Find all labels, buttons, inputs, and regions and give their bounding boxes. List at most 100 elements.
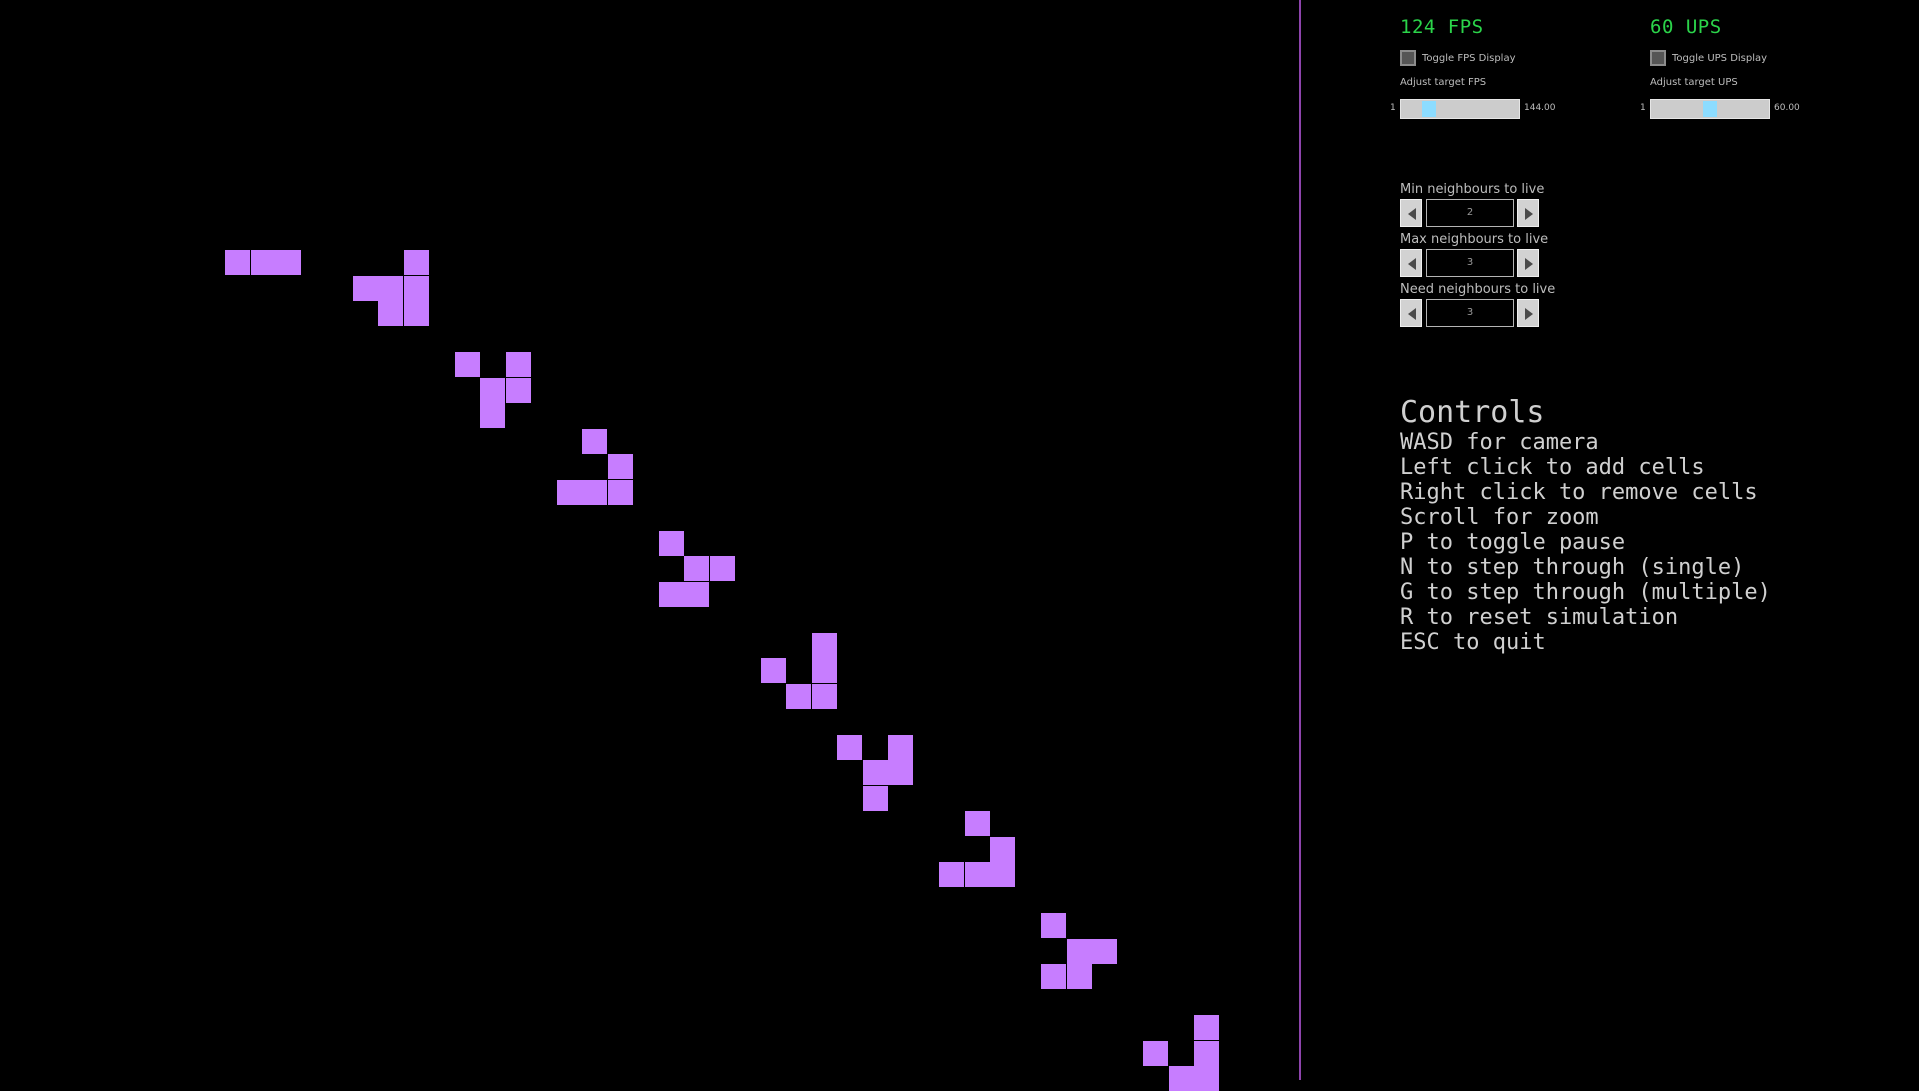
live-cell — [557, 480, 582, 505]
control-line: G to step through (multiple) — [1400, 580, 1771, 605]
live-cell — [939, 862, 964, 887]
live-cell — [659, 531, 684, 556]
arrow-right-icon — [1525, 308, 1533, 320]
control-line: Left click to add cells — [1400, 455, 1705, 480]
control-line: Scroll for zoom — [1400, 505, 1599, 530]
live-cell — [404, 301, 429, 326]
min-neighbours-spinner: 2 — [1400, 199, 1540, 227]
min-neighbours-value[interactable]: 2 — [1426, 199, 1514, 227]
live-cell — [404, 250, 429, 275]
arrow-left-icon — [1408, 258, 1416, 270]
live-cell — [353, 276, 378, 301]
arrow-left-icon — [1408, 308, 1416, 320]
ups-slider-track[interactable] — [1650, 99, 1770, 119]
live-cell — [710, 556, 735, 581]
fps-slider-track[interactable] — [1400, 99, 1520, 119]
simulation-viewport[interactable] — [0, 0, 1299, 1091]
live-cell — [378, 276, 403, 301]
live-cell — [1067, 964, 1092, 989]
controls-title: Controls — [1400, 395, 1545, 430]
arrow-left-icon — [1408, 208, 1416, 220]
min-neighbours-increment-button[interactable] — [1517, 199, 1539, 227]
live-cell — [786, 684, 811, 709]
max-neighbours-spinner: 3 — [1400, 249, 1540, 277]
ups-slider-max: 60.00 — [1774, 103, 1800, 113]
control-line: P to toggle pause — [1400, 530, 1626, 555]
ups-slider-handle[interactable] — [1703, 101, 1717, 117]
live-cell — [480, 403, 505, 428]
live-cell — [888, 735, 913, 760]
live-cell — [251, 250, 276, 275]
control-line: R to reset simulation — [1400, 605, 1679, 630]
ups-toggle-row: Toggle UPS Display — [1650, 50, 1767, 66]
live-cell — [684, 556, 709, 581]
control-line: WASD for camera — [1400, 430, 1599, 455]
live-cell — [225, 250, 250, 275]
live-cell — [812, 684, 837, 709]
live-cell — [608, 480, 633, 505]
min-neighbours-decrement-button[interactable] — [1400, 199, 1422, 227]
ups-adjust-label: Adjust target UPS — [1650, 77, 1738, 88]
live-cell — [965, 811, 990, 836]
need-neighbours-spinner: 3 — [1400, 299, 1540, 327]
live-cell — [812, 658, 837, 683]
live-cell — [1041, 913, 1066, 938]
ups-readout: 60 UPS — [1650, 16, 1722, 38]
live-cell — [863, 786, 888, 811]
live-cell — [1169, 1066, 1194, 1091]
fps-readout: 124 FPS — [1400, 16, 1484, 38]
fps-slider-min: 1 — [1390, 103, 1396, 113]
max-neighbours-increment-button[interactable] — [1517, 249, 1539, 277]
fps-toggle-label: Toggle FPS Display — [1422, 52, 1516, 64]
live-cell — [506, 352, 531, 377]
control-line: Right click to remove cells — [1400, 480, 1758, 505]
live-cell — [1092, 939, 1117, 964]
settings-panel: 124 FPS Toggle FPS Display Adjust target… — [1301, 0, 1919, 1080]
live-cell — [888, 760, 913, 785]
control-line: N to step through (single) — [1400, 555, 1745, 580]
live-cell — [480, 378, 505, 403]
live-cell — [404, 276, 429, 301]
live-cell — [378, 301, 403, 326]
fps-slider-max: 144.00 — [1524, 103, 1556, 113]
live-cell — [684, 582, 709, 607]
live-cell — [761, 658, 786, 683]
live-cell — [863, 760, 888, 785]
arrow-right-icon — [1525, 208, 1533, 220]
live-cell — [1067, 939, 1092, 964]
live-cell — [608, 454, 633, 479]
max-neighbours-decrement-button[interactable] — [1400, 249, 1422, 277]
live-cell — [455, 352, 480, 377]
fps-toggle-row: Toggle FPS Display — [1400, 50, 1516, 66]
control-line: ESC to quit — [1400, 630, 1546, 655]
fps-adjust-label: Adjust target FPS — [1400, 77, 1487, 88]
live-cell — [812, 633, 837, 658]
live-cell — [1143, 1041, 1168, 1066]
max-neighbours-value[interactable]: 3 — [1426, 249, 1514, 277]
min-neighbours-label: Min neighbours to live — [1400, 182, 1545, 197]
ups-toggle-checkbox[interactable] — [1650, 50, 1666, 66]
live-cell — [990, 837, 1015, 862]
live-cell — [1041, 964, 1066, 989]
live-cell — [506, 378, 531, 403]
arrow-right-icon — [1525, 258, 1533, 270]
need-neighbours-value[interactable]: 3 — [1426, 299, 1514, 327]
live-cell — [837, 735, 862, 760]
live-cell — [1194, 1015, 1219, 1040]
live-cell — [1194, 1041, 1219, 1066]
max-neighbours-label: Max neighbours to live — [1400, 232, 1549, 247]
controls-help: Controls WASD for camera Left click to a… — [1400, 395, 1771, 656]
ups-toggle-label: Toggle UPS Display — [1672, 52, 1768, 64]
live-cell — [1194, 1066, 1219, 1091]
live-cell — [582, 480, 607, 505]
need-neighbours-increment-button[interactable] — [1517, 299, 1539, 327]
fps-slider-handle[interactable] — [1422, 101, 1436, 117]
need-neighbours-label: Need neighbours to live — [1400, 282, 1556, 297]
live-cell — [582, 429, 607, 454]
ups-slider-min: 1 — [1640, 103, 1646, 113]
need-neighbours-decrement-button[interactable] — [1400, 299, 1422, 327]
live-cell — [659, 582, 684, 607]
live-cell — [276, 250, 301, 275]
fps-toggle-checkbox[interactable] — [1400, 50, 1416, 66]
live-cell — [965, 862, 990, 887]
